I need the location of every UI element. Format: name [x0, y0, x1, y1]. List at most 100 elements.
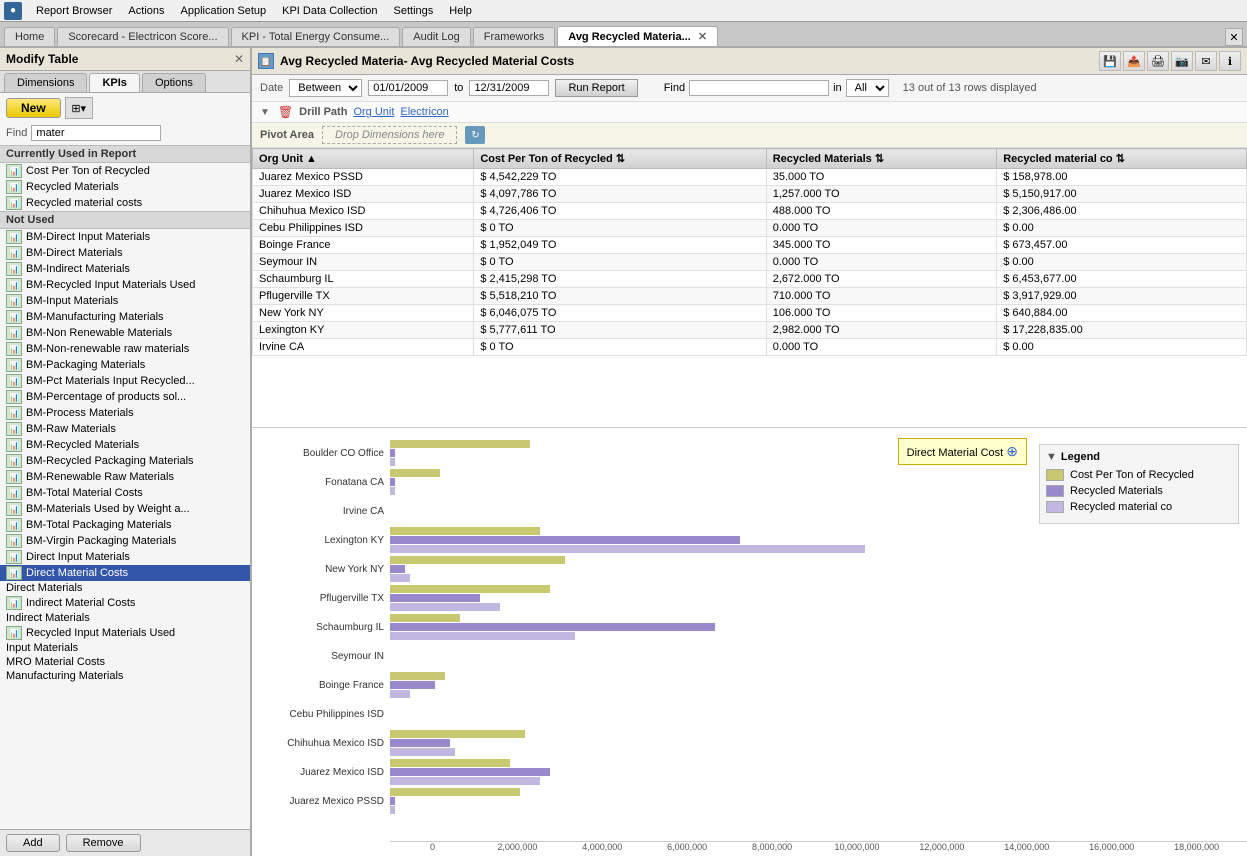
export-icon[interactable]: 📤 [1123, 51, 1145, 71]
tab-avg-recycled[interactable]: Avg Recycled Materia... ✕ [557, 26, 718, 46]
tab-home[interactable]: Home [4, 27, 55, 46]
table-row[interactable]: New York NY$ 6,046,075 TO106.000 TO$ 640… [253, 305, 1247, 322]
left-tab-kpis[interactable]: KPIs [89, 73, 139, 92]
tab-audit-log[interactable]: Audit Log [402, 27, 470, 46]
close-all-tabs-icon[interactable]: ✕ [1225, 28, 1243, 46]
col-header-recycled-material-co[interactable]: Recycled material co ⇅ [997, 149, 1247, 169]
table-row[interactable]: Pflugerville TX$ 5,518,210 TO710.000 TO$… [253, 288, 1247, 305]
save-icon[interactable]: 💾 [1099, 51, 1121, 71]
sort-cost-per-ton[interactable]: Cost Per Ton of Recycled ⇅ [480, 152, 625, 165]
not-used-item[interactable]: 📊BM-Virgin Packaging Materials [0, 533, 250, 549]
menu-help[interactable]: Help [441, 3, 480, 19]
not-used-item[interactable]: 📊BM-Total Material Costs [0, 485, 250, 501]
table-row[interactable]: Cebu Philippines ISD$ 0 TO0.000 TO$ 0.00 [253, 220, 1247, 237]
tab-close-icon[interactable]: ✕ [698, 31, 707, 43]
legend-item-2: Recycled material co [1046, 501, 1232, 513]
list-item[interactable]: 📊 Recycled material costs [0, 195, 250, 211]
info-icon[interactable]: ℹ [1219, 51, 1241, 71]
left-tab-dimensions[interactable]: Dimensions [4, 73, 87, 92]
add-button[interactable]: Add [6, 834, 60, 852]
find-input[interactable] [31, 125, 161, 141]
not-used-item[interactable]: Manufacturing Materials [0, 669, 250, 683]
not-used-item[interactable]: 📊BM-Percentage of products sol... [0, 389, 250, 405]
tab-scorecard[interactable]: Scorecard - Electricon Score... [57, 27, 228, 46]
grid-view-icon[interactable]: ⊞▾ [65, 97, 93, 119]
tab-kpi-energy[interactable]: KPI - Total Energy Consume... [231, 27, 401, 46]
camera-icon[interactable]: 📷 [1171, 51, 1193, 71]
not-used-item[interactable]: 📊BM-Packaging Materials [0, 357, 250, 373]
date-to-input[interactable] [469, 80, 549, 96]
not-used-item[interactable]: 📊BM-Manufacturing Materials [0, 309, 250, 325]
table-cell: $ 17,228,835.00 [997, 322, 1247, 339]
menu-kpi-data-collection[interactable]: KPI Data Collection [274, 3, 385, 19]
list-item[interactable]: 📊 Cost Per Ton of Recycled [0, 163, 250, 179]
not-used-item[interactable]: 📊BM-Non Renewable Materials [0, 325, 250, 341]
not-used-item[interactable]: Input Materials [0, 641, 250, 655]
not-used-item[interactable]: 📊BM-Indirect Materials [0, 261, 250, 277]
col-header-cost-per-ton[interactable]: Cost Per Ton of Recycled ⇅ [474, 149, 766, 169]
not-used-item[interactable]: 📊BM-Recycled Packaging Materials [0, 453, 250, 469]
remove-button[interactable]: Remove [66, 834, 141, 852]
date-from-input[interactable] [368, 80, 448, 96]
table-row[interactable]: Seymour IN$ 0 TO0.000 TO$ 0.00 [253, 254, 1247, 271]
col-header-recycled-materials[interactable]: Recycled Materials ⇅ [766, 149, 996, 169]
legend-collapse-icon[interactable]: ▼ [1046, 451, 1057, 463]
data-table-container: Org Unit ▲ Cost Per Ton of Recycled ⇅ Re… [252, 148, 1247, 428]
not-used-item[interactable]: 📊BM-Materials Used by Weight a... [0, 501, 250, 517]
date-between-select[interactable]: Between [289, 79, 362, 97]
not-used-item[interactable]: 📊Direct Input Materials [0, 549, 250, 565]
pivot-refresh-icon[interactable]: ↻ [465, 126, 485, 144]
chart-bar-group [390, 730, 525, 756]
table-row[interactable]: Lexington KY$ 5,777,611 TO2,982.000 TO$ … [253, 322, 1247, 339]
not-used-item[interactable]: 📊Indirect Material Costs [0, 595, 250, 611]
kpi-icon: 📊 [6, 626, 22, 640]
menu-actions[interactable]: Actions [120, 3, 172, 19]
not-used-item[interactable]: 📊Recycled Input Materials Used [0, 625, 250, 641]
menu-settings[interactable]: Settings [386, 3, 442, 19]
run-report-button[interactable]: Run Report [555, 79, 637, 97]
menu-application-setup[interactable]: Application Setup [173, 3, 275, 19]
not-used-item[interactable]: 📊BM-Input Materials [0, 293, 250, 309]
not-used-item[interactable]: 📊BM-Pct Materials Input Recycled... [0, 373, 250, 389]
not-used-item[interactable]: 📊BM-Direct Materials [0, 245, 250, 261]
not-used-item[interactable]: 📊BM-Process Materials [0, 405, 250, 421]
tab-frameworks[interactable]: Frameworks [473, 27, 556, 46]
table-row[interactable]: Juarez Mexico ISD$ 4,097,786 TO1,257.000… [253, 186, 1247, 203]
drill-electricon[interactable]: Electricon [400, 106, 448, 118]
report-find-input[interactable] [689, 80, 829, 96]
table-cell: $ 158,978.00 [997, 169, 1247, 186]
drop-zone[interactable]: Drop Dimensions here [322, 126, 457, 144]
chart-bar [390, 603, 500, 611]
email-icon[interactable]: ✉ [1195, 51, 1217, 71]
sort-org-unit[interactable]: Org Unit ▲ [259, 153, 317, 165]
sort-recycled-materials[interactable]: Recycled Materials ⇅ [773, 152, 884, 165]
not-used-item[interactable]: MRO Material Costs [0, 655, 250, 669]
not-used-item[interactable]: 📊BM-Non-renewable raw materials [0, 341, 250, 357]
panel-close-icon[interactable]: ✕ [234, 52, 244, 66]
table-row[interactable]: Juarez Mexico PSSD$ 4,542,229 TO35.000 T… [253, 169, 1247, 186]
sort-recycled-material-co[interactable]: Recycled material co ⇅ [1003, 152, 1125, 165]
col-header-org-unit[interactable]: Org Unit ▲ [253, 149, 474, 169]
left-tab-options[interactable]: Options [142, 73, 206, 92]
drill-delete-icon[interactable]: 🗑 [278, 105, 293, 119]
list-item[interactable]: 📊 Recycled Materials [0, 179, 250, 195]
not-used-item[interactable]: 📊Direct Material Costs [0, 565, 250, 581]
table-row[interactable]: Irvine CA$ 0 TO0.000 TO$ 0.00 [253, 339, 1247, 356]
not-used-item[interactable]: 📊BM-Renewable Raw Materials [0, 469, 250, 485]
not-used-item[interactable]: Indirect Materials [0, 611, 250, 625]
new-button[interactable]: New [6, 98, 61, 118]
table-row[interactable]: Chihuhua Mexico ISD$ 4,726,406 TO488.000… [253, 203, 1247, 220]
find-in-select[interactable]: All [846, 79, 889, 97]
not-used-item[interactable]: 📊BM-Total Packaging Materials [0, 517, 250, 533]
menu-report-browser[interactable]: Report Browser [28, 3, 120, 19]
table-row[interactable]: Schaumburg IL$ 2,415,298 TO2,672.000 TO$… [253, 271, 1247, 288]
drill-org-unit[interactable]: Org Unit [353, 106, 394, 118]
not-used-item[interactable]: Direct Materials [0, 581, 250, 595]
not-used-item[interactable]: 📊BM-Recycled Input Materials Used [0, 277, 250, 293]
table-row[interactable]: Boinge France$ 1,952,049 TO345.000 TO$ 6… [253, 237, 1247, 254]
not-used-item[interactable]: 📊BM-Direct Input Materials [0, 229, 250, 245]
table-cell: 710.000 TO [766, 288, 996, 305]
print-icon[interactable]: 🖨 [1147, 51, 1169, 71]
not-used-item[interactable]: 📊BM-Recycled Materials [0, 437, 250, 453]
not-used-item[interactable]: 📊BM-Raw Materials [0, 421, 250, 437]
